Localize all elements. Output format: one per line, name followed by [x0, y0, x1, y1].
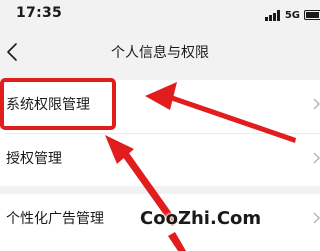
status-bar: 17:35 5G [0, 0, 320, 30]
status-indicators: 5G [264, 6, 320, 24]
chevron-right-icon [313, 152, 320, 164]
battery-icon [304, 10, 320, 20]
watermark: CooZhi.Com [140, 208, 262, 229]
settings-item-label: 授权管理 [6, 151, 62, 167]
cellular-signal-icon [264, 9, 280, 21]
chevron-right-icon [313, 212, 320, 224]
settings-item-system-permissions[interactable]: 系统权限管理 [0, 80, 320, 130]
status-time: 17:35 [16, 5, 63, 21]
settings-item-label: 系统权限管理 [6, 97, 90, 113]
network-type-label: 5G [284, 9, 300, 21]
page-title: 个人信息与权限 [111, 45, 209, 61]
settings-item-authorization[interactable]: 授权管理 [0, 134, 320, 184]
chevron-right-icon [313, 98, 320, 110]
settings-group: 系统权限管理 授权管理 [0, 80, 320, 186]
settings-item-label: 个性化广告管理 [6, 211, 104, 227]
